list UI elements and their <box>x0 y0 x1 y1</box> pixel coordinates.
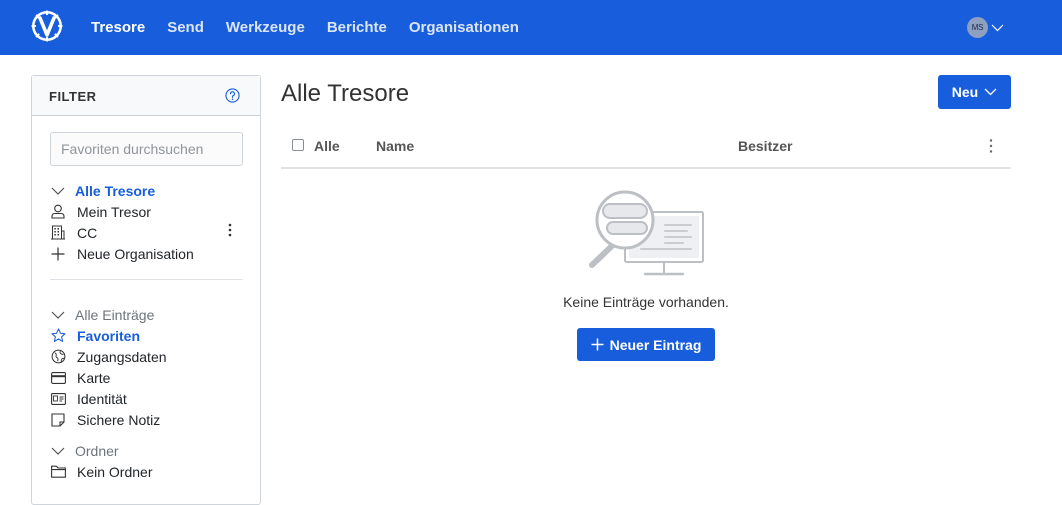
filter-all-items-label: Alle Einträge <box>75 306 155 323</box>
nav-werkzeuge[interactable]: Werkzeuge <box>226 19 305 36</box>
nav-organisationen[interactable]: Organisationen <box>409 19 519 36</box>
empty-vault-illustration-icon <box>589 190 704 276</box>
new-button-label: Neu <box>951 84 979 100</box>
avatar: MS <box>967 17 988 38</box>
plus-icon <box>591 338 604 351</box>
select-all-checkbox[interactable] <box>292 139 304 151</box>
user-icon <box>50 204 66 220</box>
filter-no-folder[interactable]: Kein Ordner <box>50 461 152 482</box>
new-button[interactable]: Neu <box>938 75 1011 109</box>
column-name: Name <box>376 138 415 154</box>
chevron-down-icon <box>50 443 66 459</box>
chevron-down-icon <box>50 183 66 199</box>
filter-all-vaults-label: Alle Tresore <box>75 182 156 199</box>
filter-no-folder-label: Kein Ordner <box>77 463 153 480</box>
filter-org-cc-label: CC <box>77 224 98 241</box>
filter-header: FILTER <box>32 76 260 116</box>
nav-send[interactable]: Send <box>167 19 204 36</box>
filter-my-vault-label: Mein Tresor <box>77 203 151 220</box>
bitwarden-logo-icon[interactable] <box>31 10 63 42</box>
filter-all-vaults[interactable]: Alle Tresore <box>50 180 155 201</box>
folder-icon <box>50 464 66 480</box>
credit-card-icon <box>50 370 66 386</box>
new-entry-button[interactable]: Neuer Eintrag <box>577 328 715 361</box>
filter-folders-label: Ordner <box>75 442 119 459</box>
select-all-label[interactable]: Alle <box>314 138 340 154</box>
filter-new-organization[interactable]: Neue Organisation <box>50 243 194 264</box>
filter-new-organization-label: Neue Organisation <box>77 245 194 262</box>
filter-all-items[interactable]: Alle Einträge <box>50 304 154 325</box>
plus-icon <box>50 246 66 262</box>
favorites-search-input[interactable] <box>50 132 243 166</box>
filter-cards-label: Karte <box>77 369 111 386</box>
account-menu[interactable]: MS <box>967 17 1004 38</box>
star-icon <box>50 328 66 344</box>
filter-logins-label: Zugangsdaten <box>77 348 167 365</box>
chevron-down-icon <box>984 88 997 96</box>
table-header: Alle Name Besitzer <box>281 127 1011 169</box>
filter-favorites[interactable]: Favoriten <box>50 325 140 346</box>
filter-cards[interactable]: Karte <box>50 367 110 388</box>
filter-panel: FILTER Alle Tresore Mein Tresor CC Neue … <box>31 75 261 505</box>
filter-logins[interactable]: Zugangsdaten <box>50 346 167 367</box>
main-nav: Tresore Send Werkzeuge Berichte Organisa… <box>91 0 541 55</box>
more-vertical-icon[interactable] <box>985 137 997 155</box>
chevron-down-icon <box>50 307 66 323</box>
filter-secure-notes-label: Sichere Notiz <box>77 411 161 428</box>
help-icon[interactable] <box>225 88 240 103</box>
top-navbar: Tresore Send Werkzeuge Berichte Organisa… <box>0 0 1062 55</box>
filter-folders[interactable]: Ordner <box>50 440 119 461</box>
filter-divider <box>50 279 243 280</box>
nav-tresore[interactable]: Tresore <box>91 19 145 36</box>
new-entry-button-label: Neuer Eintrag <box>609 336 702 353</box>
column-owner: Besitzer <box>738 138 793 154</box>
filter-favorites-label: Favoriten <box>77 327 141 344</box>
filter-title: FILTER <box>49 89 97 104</box>
nav-berichte[interactable]: Berichte <box>327 19 387 36</box>
filter-org-cc[interactable]: CC <box>50 222 97 243</box>
chevron-down-icon <box>991 24 1004 31</box>
page-title: Alle Tresore <box>281 80 410 107</box>
empty-state-text: Keine Einträge vorhanden. <box>563 294 729 310</box>
id-card-icon <box>50 391 66 407</box>
filter-identities[interactable]: Identität <box>50 388 127 409</box>
filter-secure-notes[interactable]: Sichere Notiz <box>50 409 160 430</box>
sticky-note-icon <box>50 412 66 428</box>
more-vertical-icon[interactable] <box>224 222 236 238</box>
building-icon <box>50 225 66 241</box>
globe-icon <box>50 349 66 365</box>
filter-identities-label: Identität <box>77 390 127 407</box>
filter-my-vault[interactable]: Mein Tresor <box>50 201 151 222</box>
